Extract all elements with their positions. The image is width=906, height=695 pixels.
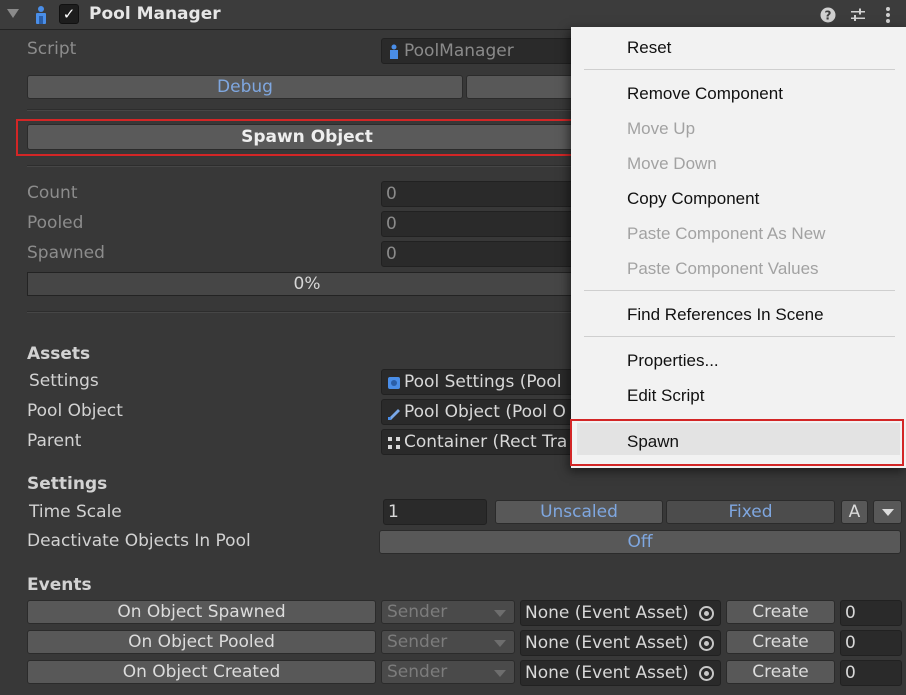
component-enabled-checkbox[interactable]: ✓ [59,4,79,24]
time-scale-dropdown-button[interactable] [873,500,902,524]
sender-value: Sender [387,602,448,622]
menu-item-find-references[interactable]: Find References In Scene [627,305,824,325]
object-picker-icon[interactable] [699,606,714,621]
script-value: PoolManager [404,41,514,61]
pool-object-field[interactable]: Pool Object (Pool O [381,399,581,425]
menu-item-copy-component[interactable]: Copy Component [627,189,759,209]
spawn-menu-highlight [570,419,904,466]
object-picker-icon[interactable] [699,636,714,651]
count-label: Count [27,183,78,203]
sender-value: Sender [387,632,448,652]
create-button[interactable]: Create [726,600,835,624]
events-heading: Events [27,575,92,595]
menu-item-properties[interactable]: Properties... [627,351,719,371]
menu-item-reset[interactable]: Reset [627,38,671,58]
menu-item-edit-script[interactable]: Edit Script [627,386,704,406]
event-asset-value: None (Event Asset) [525,603,689,623]
spawn-progress-bar: 0% [27,272,587,296]
script-icon [390,44,398,59]
parent-field[interactable]: Container (Rect Tra [381,429,581,455]
event-asset-value: None (Event Asset) [525,663,689,683]
menu-item-move-down: Move Down [627,154,717,173]
foldout-arrow-icon[interactable] [7,9,19,18]
time-scale-field[interactable]: 1 [383,499,487,525]
context-menu: Reset Remove Component Move Up Move Down… [571,27,906,468]
pool-object-icon [388,409,400,420]
spawned-field: 0 [381,241,581,267]
menu-item-remove-component[interactable]: Remove Component [627,84,783,104]
sender-dropdown[interactable]: Sender [381,630,515,654]
divider [27,109,587,111]
event-asset-field[interactable]: None (Event Asset) [520,630,721,656]
settings-label: Settings [29,371,99,391]
create-button[interactable]: Create [726,630,835,654]
sender-dropdown[interactable]: Sender [381,660,515,684]
unscaled-button[interactable]: Unscaled [495,500,663,524]
event-name-button[interactable]: On Object Pooled [27,630,376,654]
event-name-button[interactable]: On Object Spawned [27,600,376,624]
pool-object-value: Pool Object (Pool O [404,402,566,422]
event-count-field: 0 [840,660,902,686]
settings-value: Pool Settings (Pool [404,372,562,392]
help-icon[interactable]: ? [819,5,837,25]
caret-down-icon [494,640,506,647]
assets-heading: Assets [27,344,91,364]
spawn-object-highlight [16,119,591,156]
more-options-icon[interactable] [879,5,897,25]
divider [27,165,587,167]
caret-down-icon [494,670,506,677]
a-button[interactable]: A [841,500,868,524]
pooled-field: 0 [381,211,581,237]
settings-object-field[interactable]: Pool Settings (Pool [381,369,581,395]
menu-item-move-up: Move Up [627,119,696,138]
deactivate-label: Deactivate Objects In Pool [27,531,251,551]
spawned-label: Spawned [27,243,105,263]
svg-text:?: ? [825,9,832,23]
event-name-button[interactable]: On Object Created [27,660,376,684]
script-label: Script [27,39,77,59]
debug-button[interactable]: Debug [27,75,463,99]
divider [27,311,587,313]
event-asset-field[interactable]: None (Event Asset) [520,660,721,686]
time-scale-label: Time Scale [29,502,122,522]
menu-item-paste-values: Paste Component Values [627,259,819,278]
pooled-label: Pooled [27,213,84,233]
count-field: 0 [381,181,581,207]
scriptable-object-icon [388,377,400,389]
sender-dropdown[interactable]: Sender [381,600,515,624]
event-asset-field[interactable]: None (Event Asset) [520,600,721,626]
caret-down-icon [882,509,894,516]
pool-object-label: Pool Object [27,401,123,421]
event-count-field: 0 [840,600,902,626]
rect-transform-icon [388,437,400,449]
event-count-field: 0 [840,630,902,656]
pool-manager-icon [36,6,46,24]
object-picker-icon[interactable] [699,666,714,681]
event-asset-value: None (Event Asset) [525,633,689,653]
secondary-toolbar-button[interactable] [466,75,586,99]
menu-separator [584,290,895,291]
presets-icon[interactable] [849,5,867,25]
component-title: Pool Manager [89,4,221,24]
menu-item-paste-as-new: Paste Component As New [627,224,826,243]
deactivate-toggle[interactable]: Off [379,530,901,554]
parent-value: Container (Rect Tra [404,432,568,452]
parent-label: Parent [27,431,82,451]
sender-value: Sender [387,662,448,682]
menu-separator [584,69,895,70]
create-button[interactable]: Create [726,660,835,684]
caret-down-icon [494,610,506,617]
menu-separator [584,336,895,337]
settings-heading: Settings [27,474,108,494]
script-field[interactable]: PoolManager [381,38,581,64]
fixed-button[interactable]: Fixed [666,500,835,524]
